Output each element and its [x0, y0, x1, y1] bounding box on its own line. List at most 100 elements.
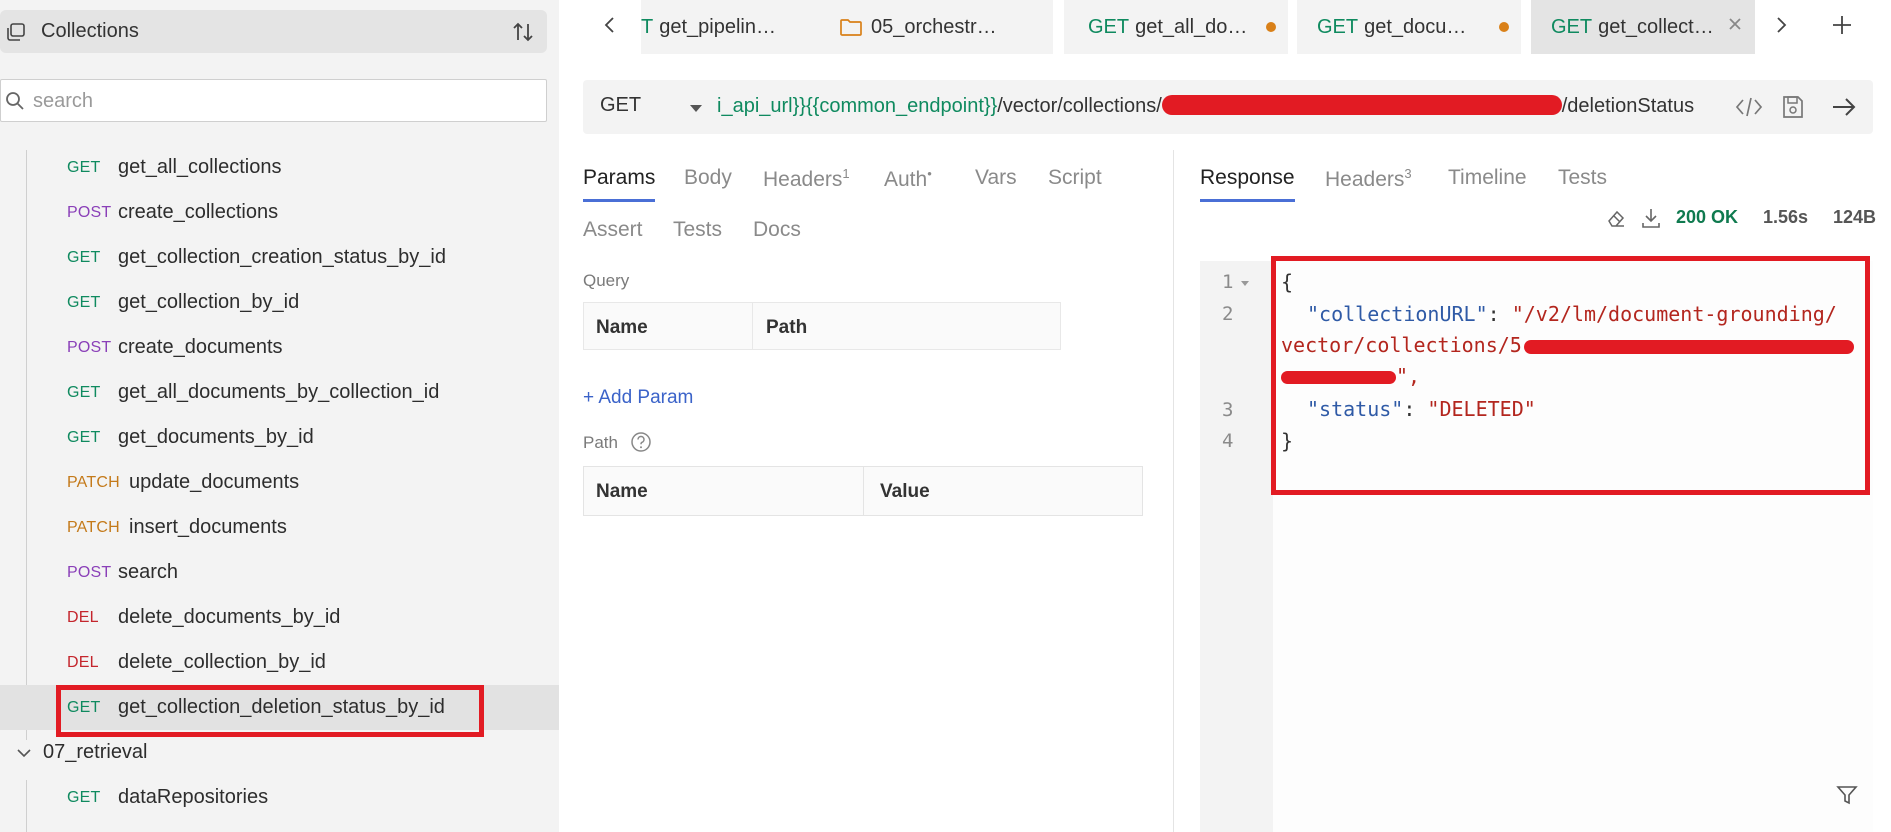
url-variable-segment: i_api_url}}{{common_endpoint}} [717, 95, 998, 117]
request-tab-active[interactable]: GET get_collect… [1531, 0, 1755, 54]
response-time: 1.56s [1763, 207, 1809, 227]
tab-auth[interactable]: Auth• [884, 166, 932, 192]
tab-label: get_docu… [1364, 15, 1467, 38]
method-badge: PATCH [67, 518, 120, 536]
search-box [0, 79, 547, 122]
send-arrow-icon[interactable] [1830, 94, 1858, 120]
request-item[interactable]: GET get_collection_creation_status_by_id [0, 235, 559, 280]
help-icon[interactable] [630, 431, 652, 453]
tab-headers-label: Headers [763, 168, 843, 191]
tab-assert[interactable]: Assert [583, 218, 643, 242]
collections-icon [7, 23, 25, 41]
collections-header[interactable]: Collections [0, 10, 547, 53]
path-params-table: Name Value [583, 466, 1143, 516]
unsaved-dot [1499, 22, 1509, 32]
folder-item[interactable]: 07_retrieval [0, 733, 559, 773]
line-number: 4 [1222, 430, 1234, 452]
sort-icon[interactable] [511, 20, 535, 44]
line-number: 3 [1222, 399, 1234, 421]
request-tab[interactable]: GET get_docu… [1297, 0, 1521, 54]
request-name: create_collections [118, 201, 279, 223]
method-badge: DEL [67, 608, 99, 626]
column-header-name: Name [596, 481, 648, 502]
column-header-path: Path [766, 317, 808, 338]
tab-bar: T get_pipelin… 05_orchestr… GET get_all_… [559, 0, 1891, 54]
url-input[interactable]: i_api_url}}{{common_endpoint}}/vector/co… [717, 95, 1735, 118]
method-badge: POST [67, 563, 112, 581]
auth-marker: • [927, 166, 932, 181]
line-number-gutter [1200, 261, 1273, 832]
filter-icon[interactable] [1836, 784, 1858, 806]
request-item[interactable]: GET get_collection_by_id [0, 280, 559, 325]
line-number: 2 [1222, 303, 1234, 325]
download-icon[interactable] [1640, 206, 1662, 230]
request-tab[interactable]: GET get_all_do… [1064, 0, 1288, 54]
tab-label: get_collect… [1598, 15, 1714, 38]
request-item[interactable]: PATCH insert_documents [0, 505, 559, 550]
save-icon[interactable] [1781, 94, 1805, 120]
tab-tests[interactable]: Tests [673, 218, 722, 242]
pane-divider[interactable] [1173, 150, 1174, 832]
request-item[interactable]: DEL delete_documents_by_id [0, 595, 559, 640]
column-divider [752, 303, 753, 349]
request-item[interactable]: POST search [0, 550, 559, 595]
chevron-left-icon[interactable] [599, 14, 621, 36]
tab-params[interactable]: Params [583, 166, 655, 190]
request-item[interactable]: GET dataRepositories [0, 775, 559, 820]
request-name: delete_documents_by_id [118, 606, 341, 628]
request-item[interactable]: POST create_documents [0, 325, 559, 370]
request-item[interactable]: PATCH update_documents [0, 460, 559, 505]
caret-down-icon[interactable] [689, 104, 703, 114]
tab-method: GET [1088, 15, 1130, 38]
search-input[interactable] [33, 86, 533, 116]
request-name: get_all_documents_by_collection_id [118, 381, 440, 403]
tab-method: GET [1317, 15, 1359, 38]
tab-vars[interactable]: Vars [975, 166, 1017, 190]
redaction-mark [1161, 95, 1562, 115]
request-name: get_collection_by_id [118, 291, 300, 313]
chevron-right-icon[interactable] [1770, 14, 1792, 36]
fold-caret-icon[interactable] [1240, 280, 1250, 288]
url-path-suffix: /deletionStatus [1561, 95, 1695, 117]
plus-icon[interactable] [1829, 12, 1855, 38]
request-name: insert_documents [129, 516, 287, 538]
tab-script[interactable]: Script [1048, 166, 1102, 190]
folder-tab[interactable]: 05_orchestr… [829, 0, 1053, 54]
tab-body[interactable]: Body [684, 166, 732, 190]
add-param-button[interactable]: + Add Param [583, 387, 693, 409]
search-icon [6, 92, 24, 110]
tab-label: get_pipelin… [659, 15, 776, 38]
request-item[interactable]: GET get_documents_by_id [0, 415, 559, 460]
request-name: delete_collection_by_id [118, 651, 326, 673]
request-item[interactable]: GET get_all_documents_by_collection_id [0, 370, 559, 415]
request-item[interactable]: GET get_all_collections [0, 145, 559, 190]
annotation-highlight-box [1271, 256, 1870, 495]
tab-response-tests[interactable]: Tests [1558, 166, 1607, 190]
folder-name: 07_retrieval [43, 741, 148, 763]
headers-count: 1 [842, 166, 850, 181]
tab-docs[interactable]: Docs [753, 218, 801, 242]
tab-response[interactable]: Response [1200, 166, 1295, 190]
method-badge: GET [67, 428, 101, 446]
tab-label: 05_orchestr… [871, 15, 997, 38]
query-params-table: Name Path [583, 302, 1061, 350]
active-tab-underline [1200, 199, 1295, 202]
request-name: create_documents [118, 336, 283, 358]
method-badge: GET [67, 788, 101, 806]
tab-timeline[interactable]: Timeline [1448, 166, 1527, 190]
collections-sidebar: Collections GET get_all_collections POST… [0, 0, 559, 832]
tab-response-headers[interactable]: Headers3 [1325, 166, 1412, 192]
http-method-select[interactable]: GET [600, 94, 641, 117]
request-item[interactable]: DEL delete_collection_by_id [0, 640, 559, 685]
code-icon[interactable] [1735, 95, 1763, 119]
chevron-down-icon[interactable] [16, 746, 32, 760]
close-icon[interactable] [1725, 14, 1745, 34]
eraser-icon[interactable] [1605, 207, 1627, 229]
unsaved-dot [1266, 22, 1276, 32]
request-item[interactable]: POST create_collections [0, 190, 559, 235]
tab-headers[interactable]: Headers1 [763, 166, 850, 192]
method-badge: GET [67, 158, 101, 176]
request-name: dataRepositories [118, 786, 269, 808]
column-header-name: Name [596, 317, 648, 338]
method-badge: PATCH [67, 473, 120, 491]
